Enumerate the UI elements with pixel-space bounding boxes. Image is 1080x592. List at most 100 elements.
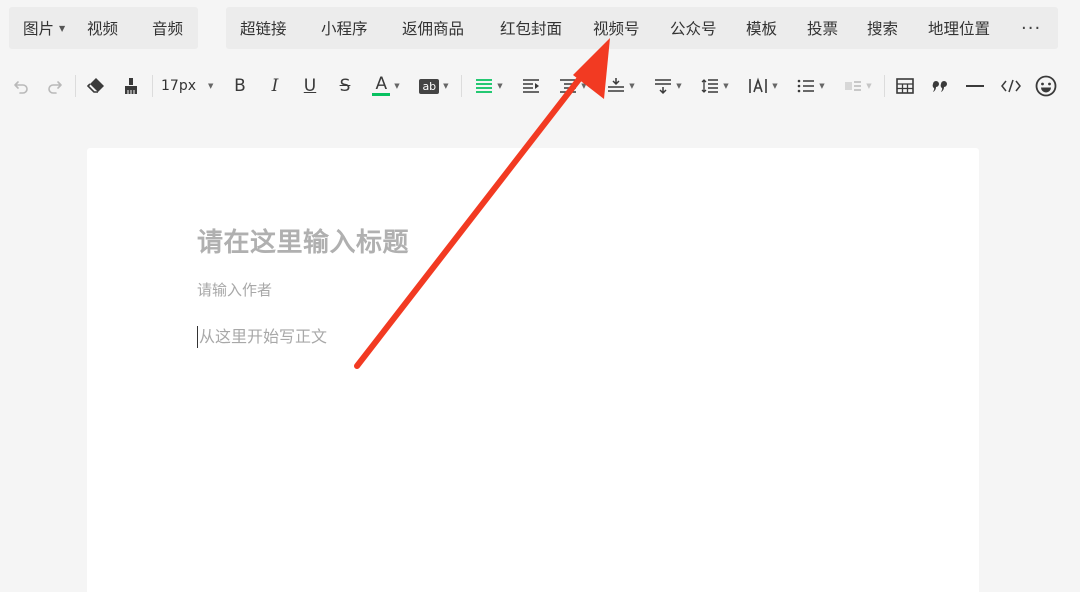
- body-editor[interactable]: 从这里开始写正文: [197, 326, 327, 348]
- media-insert-group: 图片 ▼ 视频 音频: [9, 7, 198, 49]
- insert-channels-button[interactable]: 视频号: [593, 7, 640, 49]
- background-color-button[interactable]: ab ▼: [416, 66, 452, 106]
- spacing-before-icon: [608, 78, 625, 92]
- chevron-down-icon: ▼: [497, 82, 503, 90]
- insert-video-label: 视频: [87, 20, 119, 38]
- blockquote-button[interactable]: [929, 66, 951, 106]
- chevron-down-icon: ▼: [723, 82, 729, 90]
- code-icon: [1001, 79, 1021, 93]
- highlight-icon: ab: [419, 78, 440, 94]
- smiley-icon: [1035, 75, 1057, 97]
- font-color-icon: A: [372, 74, 391, 96]
- insert-toolbar: 图片 ▼ 视频 音频 超链接 小程序 返佣商品 红包封面 视频号 公众号 模板 …: [9, 7, 1058, 49]
- insert-channels-label: 视频号: [593, 20, 640, 38]
- code-button[interactable]: [999, 66, 1023, 106]
- editor-page: 请在这里输入标题 请输入作者 从这里开始写正文: [87, 148, 979, 592]
- clear-format-button[interactable]: [84, 66, 108, 106]
- float-left-icon: [845, 81, 862, 91]
- insert-commission-product-label: 返佣商品: [402, 20, 465, 38]
- insert-audio-button[interactable]: 音频: [152, 7, 183, 49]
- toolbar-divider: [75, 75, 76, 97]
- insert-red-packet-cover-button[interactable]: 红包封面: [500, 7, 562, 49]
- insert-commission-product-button[interactable]: 返佣商品: [402, 7, 464, 49]
- more-options-button[interactable]: ···: [1021, 7, 1041, 49]
- indent-button[interactable]: [520, 66, 542, 106]
- title-input[interactable]: 请在这里输入标题: [197, 222, 409, 259]
- float-button[interactable]: ▼: [840, 66, 876, 106]
- italic-icon: I: [271, 76, 279, 96]
- chevron-down-icon: ▼: [866, 82, 872, 90]
- insert-vote-button[interactable]: 投票: [807, 7, 838, 49]
- line-height-icon: [701, 79, 719, 93]
- insert-location-button[interactable]: 地理位置: [928, 7, 990, 49]
- more-dots-icon: ···: [1021, 17, 1042, 39]
- author-input[interactable]: 请输入作者: [197, 279, 272, 300]
- underline-button[interactable]: U: [300, 66, 320, 106]
- chevron-down-icon: ▼: [629, 82, 635, 90]
- font-size-select[interactable]: 17px ▼: [161, 66, 219, 106]
- align-justify-icon: [476, 79, 493, 93]
- font-color-swatch: [372, 93, 391, 96]
- chevron-down-icon: ▼: [208, 82, 214, 90]
- align-button[interactable]: ▼: [471, 66, 507, 106]
- chevron-down-icon: ▼: [394, 82, 400, 90]
- format-painter-icon: [125, 78, 137, 94]
- toolbar-divider: [884, 75, 885, 97]
- paragraph-style-button[interactable]: ▼: [555, 66, 591, 106]
- insert-audio-label: 音频: [152, 20, 184, 38]
- underline-icon: U: [303, 76, 317, 96]
- insert-template-button[interactable]: 模板: [746, 7, 777, 49]
- list-button[interactable]: ▼: [793, 66, 829, 106]
- paragraph-icon: [560, 79, 577, 93]
- font-color-letter: A: [375, 74, 388, 94]
- insert-vote-label: 投票: [807, 20, 839, 38]
- eraser-icon: [86, 78, 104, 93]
- italic-button[interactable]: I: [265, 66, 285, 106]
- undo-icon: [14, 81, 28, 94]
- font-color-button[interactable]: A ▼: [368, 66, 404, 106]
- chevron-down-icon: ▼: [676, 82, 682, 90]
- format-toolbar: 17px ▼ B I U S A ▼ ab ▼ ▼ ▼ ▼ ▼ ▼ ▼ ▼ ▼: [0, 66, 1080, 106]
- insert-official-account-button[interactable]: 公众号: [670, 7, 717, 49]
- bulleted-list-icon: [797, 79, 815, 93]
- insert-miniprogram-button[interactable]: 小程序: [321, 7, 368, 49]
- insert-official-account-label: 公众号: [670, 20, 717, 38]
- insert-location-label: 地理位置: [928, 20, 991, 38]
- toolbar-divider: [461, 75, 462, 97]
- horizontal-rule-button[interactable]: [964, 66, 986, 106]
- format-painter-button[interactable]: [120, 66, 142, 106]
- insert-red-packet-cover-label: 红包封面: [500, 20, 563, 38]
- insert-hyperlink-label: 超链接: [240, 20, 287, 38]
- bold-button[interactable]: B: [230, 66, 250, 106]
- chevron-down-icon: ▼: [59, 24, 66, 33]
- chevron-down-icon: ▼: [443, 82, 449, 90]
- insert-image-button[interactable]: 图片 ▼: [23, 7, 65, 49]
- line-height-button[interactable]: ▼: [697, 66, 733, 106]
- toolbar-divider: [152, 75, 153, 97]
- bold-icon: B: [234, 76, 246, 96]
- chevron-down-icon: ▼: [581, 82, 587, 90]
- spacing-after-icon: [655, 79, 672, 95]
- table-icon: [896, 78, 914, 94]
- strikethrough-icon: S: [339, 76, 351, 96]
- insert-table-button[interactable]: [894, 66, 916, 106]
- letter-spacing-icon: [749, 77, 768, 93]
- insert-hyperlink-button[interactable]: 超链接: [240, 7, 287, 49]
- redo-button[interactable]: [44, 66, 66, 106]
- insert-search-button[interactable]: 搜索: [867, 7, 898, 49]
- insert-miniprogram-label: 小程序: [321, 20, 368, 38]
- content-insert-group: 超链接 小程序 返佣商品 红包封面 视频号 公众号 模板 投票 搜索 地理位置 …: [226, 7, 1058, 49]
- insert-search-label: 搜索: [867, 20, 899, 38]
- chevron-down-icon: ▼: [772, 82, 778, 90]
- emoji-button[interactable]: [1034, 66, 1058, 106]
- insert-video-button[interactable]: 视频: [87, 7, 118, 49]
- chevron-down-icon: ▼: [819, 82, 825, 90]
- insert-template-label: 模板: [746, 20, 778, 38]
- insert-image-label: 图片: [23, 20, 55, 38]
- spacing-after-button[interactable]: ▼: [650, 66, 686, 106]
- spacing-before-button[interactable]: ▼: [603, 66, 639, 106]
- letter-spacing-button[interactable]: ▼: [744, 66, 782, 106]
- undo-button[interactable]: [10, 66, 32, 106]
- horizontal-rule-icon: [966, 85, 984, 87]
- strikethrough-button[interactable]: S: [335, 66, 355, 106]
